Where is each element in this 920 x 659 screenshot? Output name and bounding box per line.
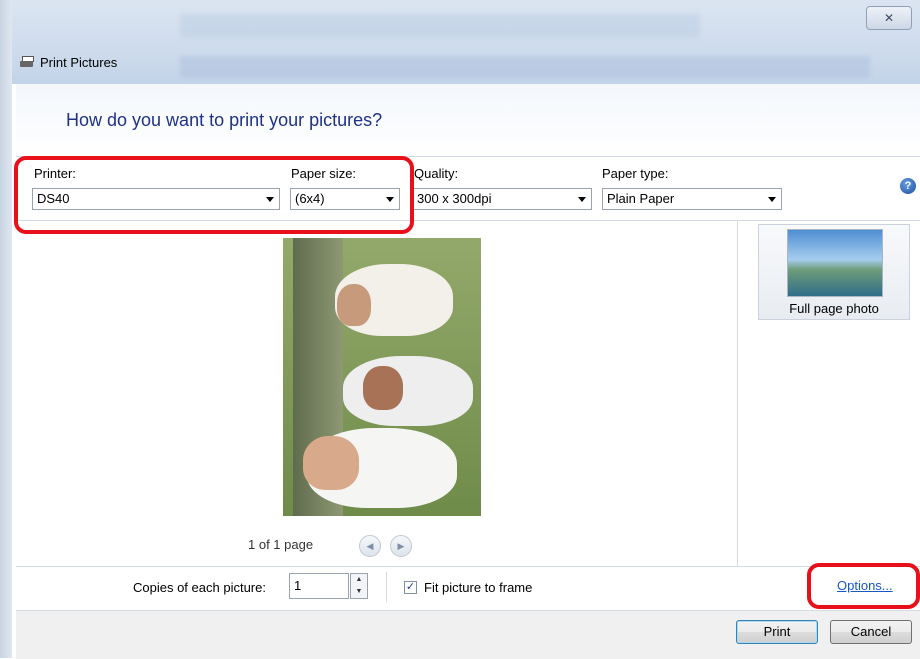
- copies-input[interactable]: 1: [289, 573, 349, 599]
- decrement-icon[interactable]: ▼: [351, 586, 367, 598]
- preview-divider: [16, 566, 920, 567]
- copies-spinner[interactable]: ▲ ▼: [350, 573, 368, 599]
- close-icon: ✕: [883, 11, 895, 25]
- layout-label: Full page photo: [789, 301, 879, 316]
- paper-type-value: Plain Paper: [607, 191, 675, 206]
- fit-picture-label[interactable]: Fit picture to frame: [424, 580, 532, 595]
- layout-full-page-photo[interactable]: Full page photo: [758, 224, 910, 320]
- picture-preview: [283, 238, 481, 516]
- window-title: Print Pictures: [20, 52, 117, 72]
- fit-picture-checkbox[interactable]: ✓: [404, 581, 417, 594]
- quality-value: 300 x 300dpi: [417, 191, 492, 206]
- background-toolbar: [180, 56, 870, 78]
- copies-divider: [386, 572, 387, 602]
- preview-face-3: [303, 436, 359, 490]
- chevron-right-icon: ▶: [397, 541, 405, 551]
- previous-page-button[interactable]: ◀: [359, 535, 381, 557]
- cancel-button[interactable]: Cancel: [830, 620, 912, 644]
- copies-label: Copies of each picture:: [133, 580, 266, 595]
- preview-face-1: [337, 284, 371, 326]
- layouts-divider: [737, 221, 738, 566]
- background-address-bar: [180, 14, 700, 38]
- printer-icon: [20, 56, 34, 68]
- highlight-printer-paper-size: [14, 156, 414, 234]
- paper-type-select[interactable]: Plain Paper: [602, 188, 782, 210]
- layout-thumbnail: [787, 229, 883, 297]
- window-frame-left: [0, 0, 12, 658]
- checkmark-icon: ✓: [405, 581, 416, 593]
- close-button[interactable]: ✕: [866, 6, 912, 30]
- highlight-options-link: [807, 563, 920, 609]
- quality-select[interactable]: 300 x 300dpi: [412, 188, 592, 210]
- increment-icon[interactable]: ▲: [351, 574, 367, 586]
- print-button[interactable]: Print: [736, 620, 818, 644]
- page-title: How do you want to print your pictures?: [66, 110, 383, 130]
- paper-type-label: Paper type:: [602, 166, 669, 181]
- chevron-left-icon: ◀: [366, 541, 374, 551]
- page-counter: 1 of 1 page: [248, 537, 314, 552]
- chevron-down-icon: [578, 197, 586, 202]
- next-page-button[interactable]: ▶: [390, 535, 412, 557]
- help-icon[interactable]: ?: [900, 178, 916, 194]
- title-bar: ✕ Print Pictures: [0, 0, 920, 84]
- quality-label: Quality:: [414, 166, 459, 181]
- chevron-down-icon: [768, 197, 776, 202]
- copies-value: 1: [294, 578, 302, 593]
- preview-face-2: [363, 366, 403, 410]
- window-title-text: Print Pictures: [40, 54, 118, 70]
- background-explorer-window: [180, 8, 870, 80]
- heading-area: How do you want to print your pictures?: [16, 84, 920, 157]
